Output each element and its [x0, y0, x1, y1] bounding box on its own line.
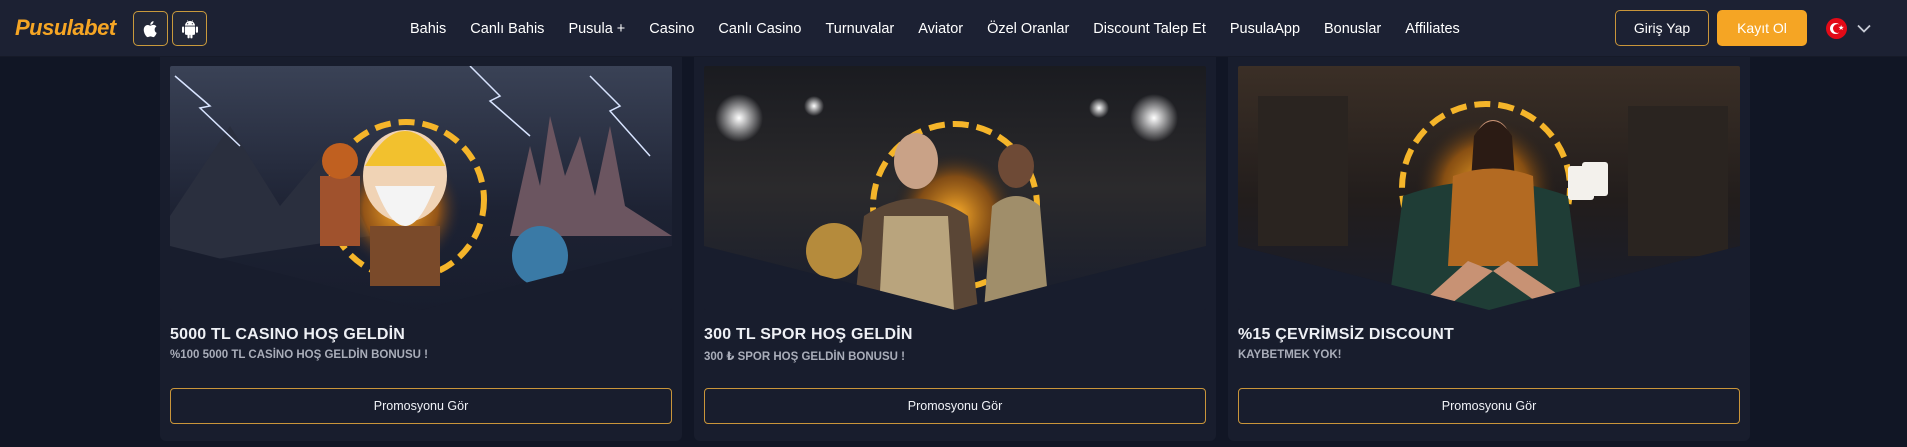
nav-item-turnuvalar[interactable]: Turnuvalar	[813, 21, 906, 37]
sports-banner-illustration	[704, 66, 1206, 310]
promo-title: 300 TL SPOR HOŞ GELDİN	[704, 326, 913, 343]
turkey-flag-icon: ★	[1826, 17, 1847, 39]
promo-subtitle: 300 ₺ SPOR HOŞ GELDİN BONUSU !	[704, 351, 905, 363]
logo-text-part1: Pusula	[15, 15, 85, 40]
view-promotion-button[interactable]: Promosyonu Gör	[704, 388, 1206, 424]
top-header: Pusulabet Bahis Canlı Bahis Pusula + Cas…	[0, 0, 1907, 57]
chevron-down-icon	[1857, 24, 1871, 33]
promo-card-discount: %15 ÇEVRİMSİZ DISCOUNT KAYBETMEK YOK! Pr…	[1228, 57, 1750, 441]
login-button[interactable]: Giriş Yap	[1615, 10, 1709, 46]
discount-banner-illustration	[1238, 66, 1740, 310]
casino-welcome-banner[interactable]	[170, 66, 672, 310]
logo-text-part2: bet	[84, 15, 116, 40]
nav-item-bonuslar[interactable]: Bonuslar	[1312, 21, 1393, 37]
nav-item-pusulaapp[interactable]: PusulaApp	[1218, 21, 1312, 37]
register-button[interactable]: Kayıt Ol	[1717, 10, 1807, 46]
discount-banner[interactable]	[1238, 66, 1740, 310]
language-selector[interactable]: ★	[1826, 17, 1871, 39]
main-navigation: Bahis Canlı Bahis Pusula + Casino Canlı …	[398, 0, 1472, 57]
promo-subtitle: KAYBETMEK YOK!	[1238, 349, 1342, 361]
promo-card-casino: 5000 TL CASINO HOŞ GELDİN %100 5000 TL C…	[160, 57, 682, 441]
sports-welcome-banner[interactable]	[704, 66, 1206, 310]
android-icon	[181, 19, 198, 38]
nav-item-pusula-plus[interactable]: Pusula +	[556, 21, 637, 37]
view-promotion-button[interactable]: Promosyonu Gör	[170, 388, 672, 424]
apple-app-button[interactable]	[133, 11, 168, 46]
nav-item-affiliates[interactable]: Affiliates	[1393, 21, 1472, 37]
apple-icon	[143, 20, 157, 37]
casino-banner-illustration	[170, 66, 672, 310]
nav-item-bahis[interactable]: Bahis	[398, 21, 458, 37]
nav-item-ozel-oranlar[interactable]: Özel Oranlar	[975, 21, 1081, 37]
nav-item-canli-bahis[interactable]: Canlı Bahis	[458, 21, 556, 37]
promo-subtitle: %100 5000 TL CASİNO HOŞ GELDİN BONUSU !	[170, 349, 428, 361]
view-promotion-button[interactable]: Promosyonu Gör	[1238, 388, 1740, 424]
nav-item-discount-talep-et[interactable]: Discount Talep Et	[1081, 21, 1218, 37]
nav-item-casino[interactable]: Casino	[637, 21, 706, 37]
nav-item-canli-casino[interactable]: Canlı Casino	[706, 21, 813, 37]
site-logo[interactable]: Pusulabet	[15, 15, 116, 41]
promo-title: %15 ÇEVRİMSİZ DISCOUNT	[1238, 326, 1454, 343]
promo-card-sports: 300 TL SPOR HOŞ GELDİN 300 ₺ SPOR HOŞ GE…	[694, 57, 1216, 441]
promo-title: 5000 TL CASINO HOŞ GELDİN	[170, 326, 405, 343]
nav-item-aviator[interactable]: Aviator	[906, 21, 975, 37]
android-app-button[interactable]	[172, 11, 207, 46]
